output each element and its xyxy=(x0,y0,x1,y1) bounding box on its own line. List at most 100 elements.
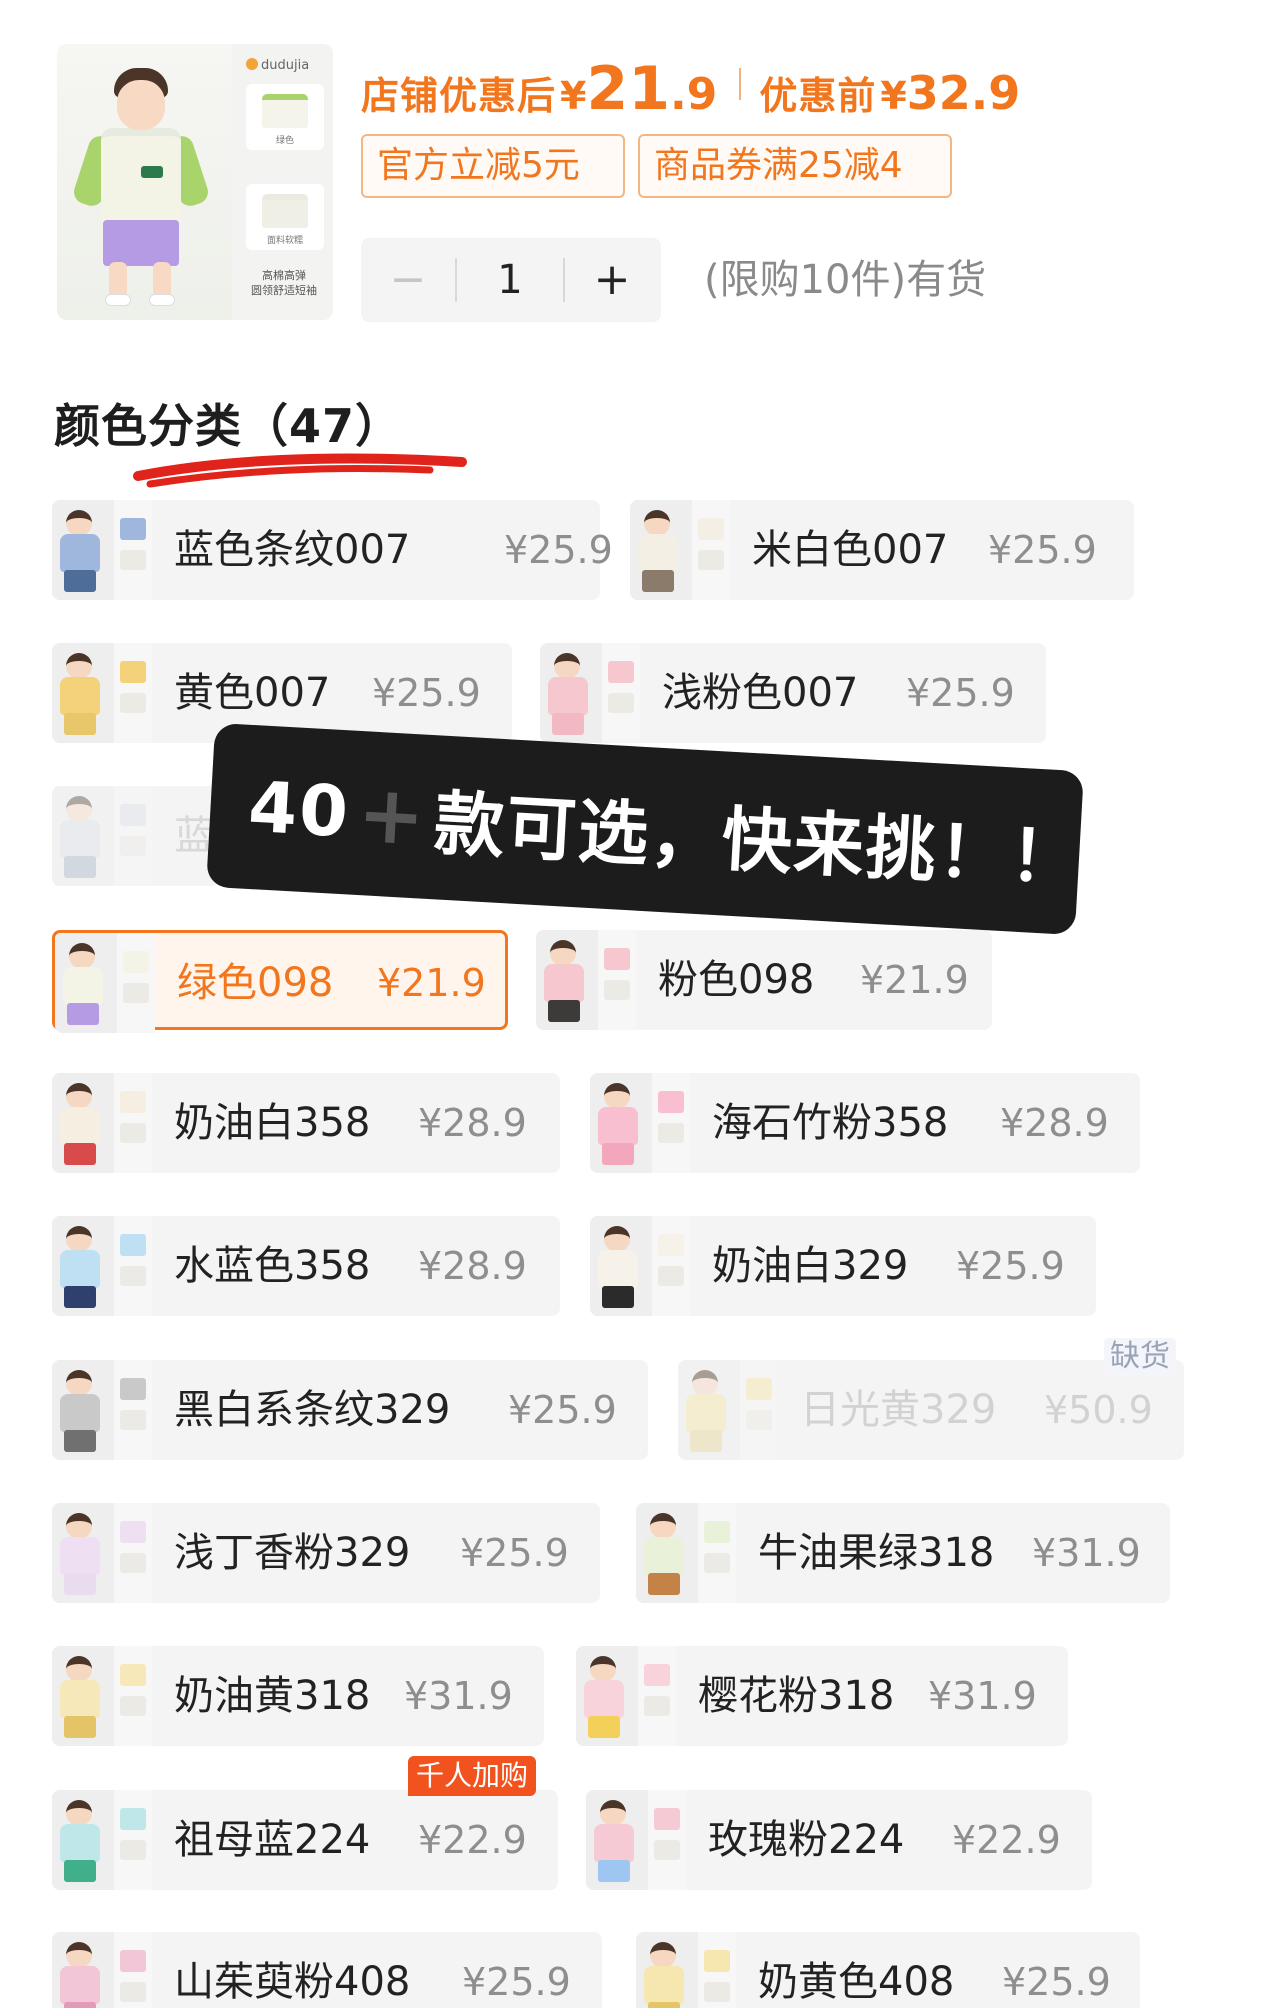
variant-price: ¥25.9 xyxy=(956,1244,1065,1288)
variant-name: 山茱萸粉408 xyxy=(174,1959,411,2005)
variant-thumbnail xyxy=(52,1932,152,2008)
variant-price: ¥25.9 xyxy=(906,671,1015,715)
color-variant-chip[interactable]: 奶油黄318 ¥31.9 xyxy=(52,1646,544,1746)
out-of-stock-badge: 缺货 xyxy=(1104,1338,1176,1376)
color-variant-chip[interactable]: 玫瑰粉224 ¥22.9 xyxy=(586,1790,1092,1890)
variant-price: ¥22.9 xyxy=(952,1818,1061,1862)
currency-symbol: ¥ xyxy=(880,74,907,118)
variant-price: ¥31.9 xyxy=(404,1674,513,1718)
variant-price: ¥25.9 xyxy=(460,1531,569,1575)
color-variant-chip[interactable]: 粉色098 ¥21.9 xyxy=(536,930,992,1030)
variant-name: 玫瑰粉224 xyxy=(708,1817,905,1863)
variant-name: 日光黄329 xyxy=(800,1387,997,1433)
price-after-label: 店铺优惠后 xyxy=(361,74,557,118)
variant-thumbnail xyxy=(636,1503,736,1603)
color-variant-chip[interactable]: 水蓝色358 ¥28.9 xyxy=(52,1216,560,1316)
product-detail-panel: dudujia 绿色 面料软糯 高棉高弹 圆领舒适短袖 xyxy=(232,44,333,320)
product-photo xyxy=(57,44,232,320)
popular-badge: 千人加购 xyxy=(408,1756,537,1796)
currency-symbol: ¥ xyxy=(560,74,587,118)
stock-limit-note: (限购10件)有货 xyxy=(704,257,987,303)
variant-thumbnail xyxy=(678,1360,778,1460)
variant-price: ¥25.9 xyxy=(372,671,481,715)
variant-price: ¥25.9 xyxy=(508,1388,617,1432)
variant-price: ¥25.9 xyxy=(988,528,1097,572)
price-after-integer: 21 xyxy=(586,54,670,124)
coupon-product-voucher[interactable]: 商品券满25减4 xyxy=(638,134,952,198)
variant-price: ¥22.9 xyxy=(418,1818,527,1862)
coupon-official-discount[interactable]: 官方立减5元 xyxy=(361,134,625,198)
variant-name: 樱花粉318 xyxy=(698,1673,895,1719)
red-underline-annotation xyxy=(133,453,467,488)
color-variant-chip[interactable]: 牛油果绿318 ¥31.9 xyxy=(636,1503,1170,1603)
increase-quantity-button[interactable]: + xyxy=(565,238,659,322)
variant-thumbnail xyxy=(540,643,640,743)
banner-count: 40 xyxy=(246,765,353,854)
variant-price: ¥21.9 xyxy=(377,961,486,1005)
banner-text: 款可选，快来挑！！ xyxy=(432,781,1084,900)
variant-thumbnail xyxy=(576,1646,676,1746)
banner-plus: + xyxy=(355,766,430,864)
color-variant-chip[interactable]: 浅丁香粉329 ¥25.9 xyxy=(52,1503,600,1603)
color-swatch-card: 绿色 xyxy=(246,84,324,150)
promo-overlay-banner: 40 + 款可选，快来挑！！ xyxy=(206,722,1084,936)
color-variant-chip[interactable]: 蓝 xyxy=(52,786,220,886)
price-before-label: 优惠前 xyxy=(759,74,877,118)
variant-name: 牛油果绿318 xyxy=(758,1530,995,1576)
variant-thumbnail xyxy=(586,1790,686,1890)
color-variant-chip[interactable]: 黑白系条纹329 ¥25.9 xyxy=(52,1360,648,1460)
variant-thumbnail xyxy=(630,500,730,600)
quantity-stepper: − 1 + xyxy=(361,238,661,322)
quantity-value[interactable]: 1 xyxy=(457,257,563,303)
price-divider xyxy=(739,68,742,100)
color-variant-chip[interactable]: 米白色007 ¥25.9 xyxy=(630,500,1134,600)
color-variant-chip[interactable]: 海石竹粉358 ¥28.9 xyxy=(590,1073,1140,1173)
variant-name: 水蓝色358 xyxy=(174,1243,371,1289)
variant-name: 蓝色条纹007 xyxy=(174,527,411,573)
variant-thumbnail xyxy=(536,930,636,1030)
variant-name: 粉色098 xyxy=(658,957,815,1003)
variant-price: ¥28.9 xyxy=(1000,1101,1109,1145)
variant-price: ¥25.9 xyxy=(462,1960,571,2004)
variant-price: ¥28.9 xyxy=(418,1244,527,1288)
variant-thumbnail xyxy=(52,500,152,600)
price-summary: 店铺优惠后 ¥ 21 .9 优惠前 ¥ 32.9 xyxy=(361,54,1020,124)
color-variant-chip[interactable]: 蓝色条纹007 ¥25.9 xyxy=(52,500,613,600)
decrease-quantity-button[interactable]: − xyxy=(361,238,455,322)
variant-name: 奶油白358 xyxy=(174,1100,371,1146)
variant-thumbnail xyxy=(52,1646,152,1746)
variant-name: 绿色098 xyxy=(177,960,334,1006)
variant-thumbnail xyxy=(636,1932,736,2008)
price-before-value: 32.9 xyxy=(906,66,1021,120)
color-variant-chip[interactable]: 奶油白329 ¥25.9 xyxy=(590,1216,1096,1316)
variant-price: ¥31.9 xyxy=(1032,1531,1141,1575)
variant-thumbnail xyxy=(52,1790,152,1890)
color-variant-chip[interactable]: 绿色098 ¥21.9 xyxy=(52,930,508,1033)
color-variant-chip[interactable]: 祖母蓝224 ¥22.9 xyxy=(52,1790,558,1890)
variant-thumbnail xyxy=(52,1360,152,1460)
variant-name: 海石竹粉358 xyxy=(712,1100,949,1146)
variant-name: 浅丁香粉329 xyxy=(174,1530,411,1576)
variant-name: 奶油黄318 xyxy=(174,1673,371,1719)
color-variant-chip[interactable]: 浅粉色007 ¥25.9 xyxy=(540,643,1046,743)
color-variant-chip[interactable]: 山茱萸粉408 ¥25.9 xyxy=(52,1932,602,2008)
variant-name: 奶油白329 xyxy=(712,1243,909,1289)
product-thumbnail[interactable]: dudujia 绿色 面料软糯 高棉高弹 圆领舒适短袖 xyxy=(57,44,333,320)
variant-name: 祖母蓝224 xyxy=(174,1817,371,1863)
variant-thumbnail xyxy=(52,1503,152,1603)
variant-price: ¥31.9 xyxy=(928,1674,1037,1718)
variant-name: 黑白系条纹329 xyxy=(174,1387,451,1433)
variant-thumbnail xyxy=(52,1216,152,1316)
variant-thumbnail xyxy=(55,933,155,1033)
color-variant-chip[interactable]: 奶油白358 ¥28.9 xyxy=(52,1073,560,1173)
variant-price: ¥25.9 xyxy=(1002,1960,1111,2004)
fabric-swatch-card: 面料软糯 xyxy=(246,184,324,250)
variant-thumbnail xyxy=(52,786,152,886)
color-variant-chip[interactable]: 樱花粉318 ¥31.9 xyxy=(576,1646,1068,1746)
variant-thumbnail xyxy=(590,1216,690,1316)
color-variant-chip[interactable]: 奶黄色408 ¥25.9 xyxy=(636,1932,1140,2008)
variant-price: ¥21.9 xyxy=(860,958,969,1002)
variant-thumbnail xyxy=(52,1073,152,1173)
product-caption: 高棉高弹 圆领舒适短袖 xyxy=(251,269,317,297)
variant-thumbnail xyxy=(52,643,152,743)
